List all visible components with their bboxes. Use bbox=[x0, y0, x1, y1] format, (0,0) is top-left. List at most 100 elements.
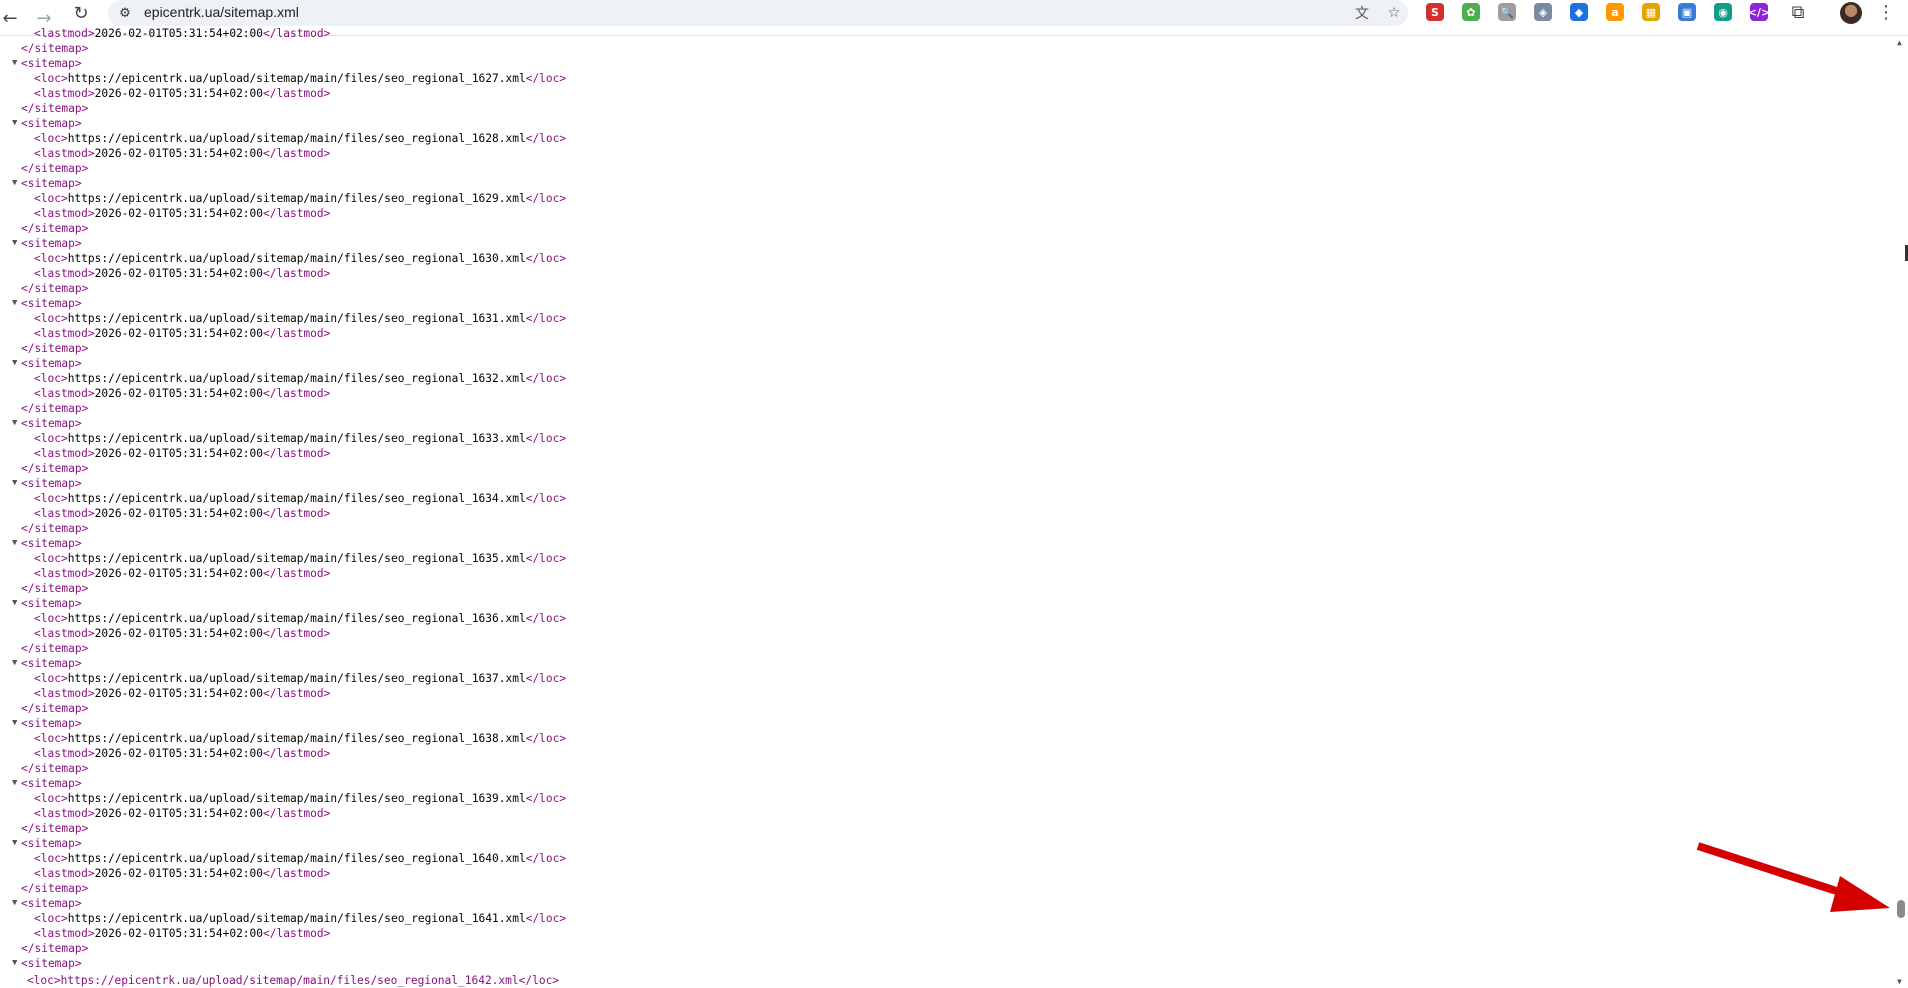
collapse-toggle-icon[interactable]: ▼ bbox=[12, 896, 22, 911]
star-icon[interactable]: ☆ bbox=[1384, 3, 1404, 23]
xml-tag: </sitemap> bbox=[21, 462, 89, 475]
collapse-toggle-icon[interactable]: ▼ bbox=[12, 56, 22, 71]
ext-amazon-a-icon[interactable]: a bbox=[1606, 3, 1624, 21]
xml-tag: <loc> bbox=[34, 372, 68, 385]
xml-tag: <sitemap> bbox=[21, 957, 82, 970]
xml-tag: <sitemap> bbox=[21, 657, 82, 670]
xml-text: https://epicentrk.ua/upload/sitemap/main… bbox=[67, 312, 526, 325]
xml-sitemap-close: </sitemap> bbox=[21, 881, 88, 896]
avatar[interactable] bbox=[1840, 2, 1862, 24]
xml-tag: <sitemap> bbox=[21, 57, 82, 70]
xml-text: 2026-02-01T05:31:54+02:00 bbox=[94, 447, 264, 460]
xml-tag: </sitemap> bbox=[21, 402, 89, 415]
ext-code-purple-icon[interactable]: </> bbox=[1748, 3, 1770, 21]
xml-text: 2026-02-01T05:31:54+02:00 bbox=[94, 147, 264, 160]
scroll-down-arrow-icon[interactable]: ▼ bbox=[1897, 978, 1905, 986]
translate-icon[interactable]: ⽂ bbox=[1352, 3, 1372, 23]
xml-sitemap-close: </sitemap> bbox=[21, 221, 88, 236]
xml-lastmod-line: <lastmod>2026-02-01T05:31:54+02:00</last… bbox=[34, 506, 330, 521]
xml-sitemap-close: </sitemap> bbox=[21, 41, 88, 56]
xml-tag: </lastmod> bbox=[263, 507, 331, 520]
collapse-toggle-icon[interactable]: ▼ bbox=[12, 836, 22, 851]
xml-lastmod-line: <lastmod>2026-02-01T05:31:54+02:00</last… bbox=[34, 86, 330, 101]
collapse-toggle-icon[interactable]: ▼ bbox=[12, 716, 22, 731]
ext-blue-tag-icon[interactable]: ◆ bbox=[1570, 3, 1588, 21]
xml-tag: <lastmod> bbox=[34, 627, 95, 640]
xml-sitemap-close: </sitemap> bbox=[21, 101, 88, 116]
xml-loc-line: <loc>https://epicentrk.ua/upload/sitemap… bbox=[34, 611, 566, 626]
xml-tag: </sitemap> bbox=[21, 762, 89, 775]
xml-tag: </loc> bbox=[525, 732, 567, 745]
collapse-toggle-icon[interactable]: ▼ bbox=[12, 596, 22, 611]
xml-lastmod-line: <lastmod>2026-02-01T05:31:54+02:00</last… bbox=[34, 626, 330, 641]
xml-loc-line: <loc>https://epicentrk.ua/upload/sitemap… bbox=[34, 251, 566, 266]
xml-tag: </lastmod> bbox=[263, 567, 331, 580]
xml-loc-line: <loc>https://epicentrk.ua/upload/sitemap… bbox=[34, 551, 566, 566]
ext-blue-square-icon[interactable]: ▣ bbox=[1678, 3, 1696, 21]
xml-sitemap-close: </sitemap> bbox=[21, 641, 88, 656]
collapse-toggle-icon[interactable]: ▼ bbox=[12, 956, 22, 971]
annotation-arrow bbox=[1696, 842, 1890, 912]
xml-viewer: <loc>https://epicentrk.ua/upload/sitemap… bbox=[0, 26, 1890, 988]
xml-tag: </loc> bbox=[525, 612, 567, 625]
xml-tag: <lastmod> bbox=[34, 807, 95, 820]
ext-green-leaf-icon[interactable]: ✿ bbox=[1462, 3, 1480, 21]
xml-text: https://epicentrk.ua/upload/sitemap/main… bbox=[67, 492, 526, 505]
xml-text: 2026-02-01T05:31:54+02:00 bbox=[94, 207, 264, 220]
collapse-toggle-icon[interactable]: ▼ bbox=[12, 356, 22, 371]
collapse-toggle-icon[interactable]: ▼ bbox=[12, 116, 22, 131]
xml-tag: <sitemap> bbox=[21, 417, 82, 430]
xml-tag: <loc> bbox=[34, 792, 68, 805]
xml-sitemap-open: <sitemap> bbox=[21, 356, 82, 371]
xml-tag: </loc> bbox=[525, 132, 567, 145]
xml-tag: <lastmod> bbox=[34, 267, 95, 280]
xml-sitemap-open: <sitemap> bbox=[21, 836, 82, 851]
ext-shield-icon[interactable]: ◈ bbox=[1534, 3, 1552, 21]
ext-grid-orange-icon[interactable]: ▦ bbox=[1642, 3, 1660, 21]
extensions-puzzle-icon[interactable]: ⧉ bbox=[1782, 0, 1814, 28]
collapse-toggle-icon[interactable]: ▼ bbox=[12, 656, 22, 671]
xml-tag: </loc> bbox=[525, 192, 567, 205]
xml-tag: <sitemap> bbox=[21, 837, 82, 850]
xml-tag: </sitemap> bbox=[21, 162, 89, 175]
xml-text: 2026-02-01T05:31:54+02:00 bbox=[94, 807, 264, 820]
xml-sitemap-open: <sitemap> bbox=[21, 476, 82, 491]
xml-tag: </lastmod> bbox=[263, 867, 331, 880]
ext-globe-teal-icon[interactable]: ◉ bbox=[1714, 3, 1732, 21]
xml-text: https://epicentrk.ua/upload/sitemap/main… bbox=[67, 432, 526, 445]
scroll-up-arrow-icon[interactable]: ▲ bbox=[1897, 39, 1905, 47]
xml-text: https://epicentrk.ua/upload/sitemap/main… bbox=[67, 912, 526, 925]
xml-lastmod-line: <lastmod>2026-02-01T05:31:54+02:00</last… bbox=[34, 806, 330, 821]
xml-tag: <sitemap> bbox=[21, 897, 82, 910]
xml-tag: </loc> bbox=[525, 672, 567, 685]
kebab-menu-icon[interactable]: ⋮ bbox=[1870, 0, 1902, 28]
collapse-toggle-icon[interactable]: ▼ bbox=[12, 176, 22, 191]
ext-s-red-icon[interactable]: S bbox=[1426, 3, 1444, 21]
xml-lastmod-line: <lastmod>2026-02-01T05:31:54+02:00</last… bbox=[34, 686, 330, 701]
xml-tag: </loc> bbox=[525, 492, 567, 505]
collapse-toggle-icon[interactable]: ▼ bbox=[12, 536, 22, 551]
xml-lastmod-line: <lastmod>2026-02-01T05:31:54+02:00</last… bbox=[34, 206, 330, 221]
url-text[interactable]: epicentrk.ua/sitemap.xml bbox=[144, 4, 299, 20]
xml-text: 2026-02-01T05:31:54+02:00 bbox=[94, 687, 264, 700]
xml-lastmod-line: <lastmod>2026-02-01T05:31:54+02:00</last… bbox=[34, 26, 330, 41]
xml-tag: <lastmod> bbox=[34, 387, 95, 400]
collapse-toggle-icon[interactable]: ▼ bbox=[12, 236, 22, 251]
ext-search-icon[interactable]: 🔍 bbox=[1498, 3, 1516, 21]
collapse-toggle-icon[interactable]: ▼ bbox=[12, 476, 22, 491]
xml-tag: <sitemap> bbox=[21, 537, 82, 550]
collapse-toggle-icon[interactable]: ▼ bbox=[12, 296, 22, 311]
collapse-toggle-icon[interactable]: ▼ bbox=[12, 416, 22, 431]
xml-sitemap-open: <sitemap> bbox=[21, 716, 82, 731]
xml-sitemap-open: <sitemap> bbox=[21, 296, 82, 311]
xml-tag: </sitemap> bbox=[21, 102, 89, 115]
xml-tag: <loc> bbox=[34, 432, 68, 445]
xml-partial-line-bottom: <loc>https://epicentrk.ua/upload/sitemap… bbox=[0, 974, 560, 987]
xml-tag: <lastmod> bbox=[34, 927, 95, 940]
xml-sitemap-open: <sitemap> bbox=[21, 536, 82, 551]
reload-icon[interactable]: ↻ bbox=[65, 0, 97, 29]
xml-tag: <lastmod> bbox=[34, 207, 95, 220]
site-info-icon[interactable]: ⚙ bbox=[116, 4, 134, 22]
address-bar[interactable]: ⚙ epicentrk.ua/sitemap.xml ⽂ ☆ bbox=[108, 0, 1408, 26]
collapse-toggle-icon[interactable]: ▼ bbox=[12, 776, 22, 791]
